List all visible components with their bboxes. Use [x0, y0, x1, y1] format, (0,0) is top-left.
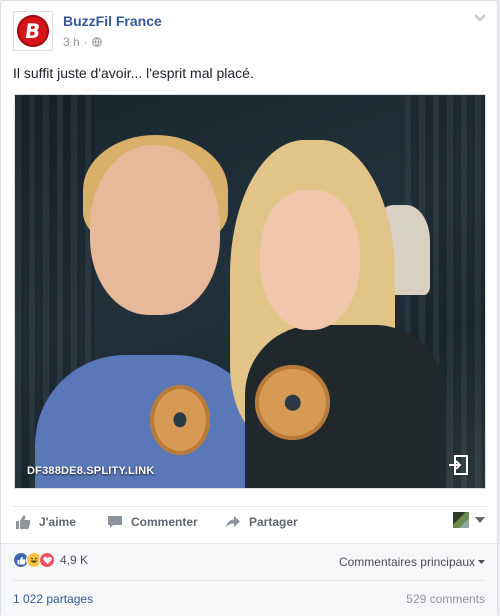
shares-count-link[interactable]: 1 022 partages [13, 592, 93, 606]
photo-donut-left [150, 385, 210, 455]
post-timestamp[interactable]: 3 h [63, 35, 80, 49]
post-header: B BuzzFil France 3 h · [13, 11, 487, 53]
photo-person-left-face [90, 145, 220, 315]
reaction-summary[interactable]: 4,9 K [13, 552, 88, 568]
post-photo[interactable]: DF388DE8.SPLITY.LINK [14, 94, 486, 489]
photo-person-right-face [260, 190, 360, 330]
chevron-down-icon[interactable] [473, 13, 487, 23]
page-avatar[interactable]: B [13, 11, 53, 51]
acting-as-avatar[interactable] [453, 512, 469, 528]
comment-button[interactable]: Commenter [107, 514, 198, 530]
logo-letter: B [23, 19, 43, 43]
share-button[interactable]: Partager [225, 514, 298, 530]
feed-post: B BuzzFil France 3 h · Il suffit juste d… [0, 0, 498, 616]
like-button[interactable]: J'aime [15, 514, 76, 530]
buzzfil-logo: B [17, 15, 49, 47]
chevron-down-icon [478, 559, 485, 564]
post-summary: 4,9 K Commentaires principaux 1 022 part… [1, 543, 497, 616]
open-external-icon[interactable] [447, 454, 469, 476]
photo-donut-right [255, 365, 330, 440]
post-message: Il suffit juste d'avoir... l'esprit mal … [13, 65, 254, 81]
comments-count-link[interactable]: 529 comments [406, 592, 485, 606]
share-arrow-icon [226, 516, 240, 528]
reaction-count: 4,9 K [60, 553, 89, 567]
post-action-bar: J'aime Commenter Partager [13, 506, 487, 536]
summary-divider [13, 580, 485, 581]
speech-bubble-icon [108, 516, 122, 528]
post-meta: 3 h · [63, 35, 102, 49]
share-label: Partager [249, 515, 298, 529]
comment-sort-label: Commentaires principaux [338, 555, 475, 569]
love-reaction-icon [39, 552, 55, 568]
comment-label: Commenter [131, 515, 198, 529]
comment-sort-selector[interactable]: Commentaires principaux [339, 555, 485, 569]
like-label: J'aime [39, 515, 76, 529]
image-watermark: DF388DE8.SPLITY.LINK [27, 465, 155, 477]
globe-icon[interactable] [91, 37, 102, 47]
chevron-down-icon[interactable] [475, 517, 485, 523]
thumbs-up-icon [16, 515, 31, 529]
page-name-link[interactable]: BuzzFil France [63, 13, 162, 29]
meta-separator: · [83, 35, 88, 49]
